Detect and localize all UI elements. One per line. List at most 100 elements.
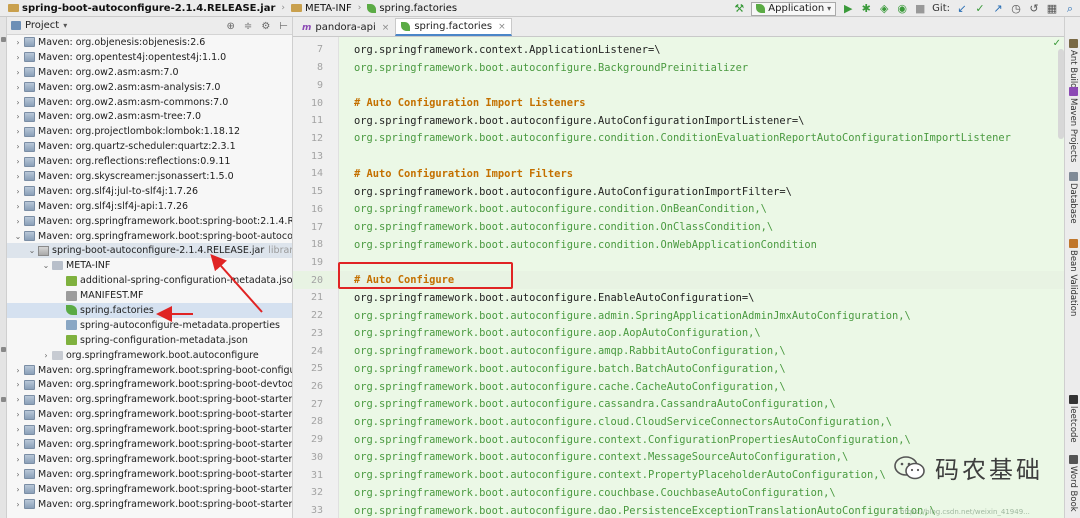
build-hammer-icon[interactable]: ⚒ bbox=[733, 0, 745, 17]
code-line[interactable]: 15 org.springframework.boot.autoconfigure… bbox=[293, 183, 1064, 201]
collapse-all-icon[interactable]: ≑ bbox=[244, 21, 252, 32]
close-icon[interactable]: × bbox=[498, 22, 506, 32]
stop-icon[interactable]: ■ bbox=[914, 0, 926, 17]
structure-tool-icon[interactable] bbox=[1, 347, 6, 352]
tree-row[interactable]: › Maven: org.objenesis:objenesis:2.6 bbox=[7, 35, 292, 50]
chevron-right-icon[interactable]: › bbox=[13, 202, 23, 211]
chevron-right-icon[interactable]: › bbox=[13, 83, 23, 92]
debug-icon[interactable]: ✱ bbox=[860, 0, 872, 17]
tree-row[interactable]: spring.factories bbox=[7, 303, 292, 318]
code-line[interactable]: 9 bbox=[293, 76, 1064, 94]
hide-icon[interactable]: ⊢ bbox=[279, 21, 288, 32]
chevron-down-icon[interactable]: ⌄ bbox=[27, 246, 37, 255]
run-icon[interactable]: ▶ bbox=[842, 0, 854, 17]
search-everywhere-icon[interactable]: ⌕ bbox=[1064, 0, 1076, 17]
tree-row[interactable]: ⌄ spring-boot-autoconfigure-2.1.4.RELEASE… bbox=[7, 243, 292, 259]
chevron-down-icon[interactable]: ⌄ bbox=[13, 232, 23, 241]
profile-icon[interactable]: ◉ bbox=[896, 0, 908, 17]
tree-row[interactable]: › Maven: org.springframework.boot:spring-… bbox=[7, 363, 292, 378]
tree-row[interactable]: › Maven: org.projectlombok:lombok:1.18.12 bbox=[7, 124, 292, 139]
chevron-right-icon[interactable]: › bbox=[13, 127, 23, 136]
gear-icon[interactable]: ⚙ bbox=[261, 21, 270, 32]
tree-row[interactable]: › Maven: org.springframework.boot:spring-… bbox=[7, 467, 292, 482]
code-line[interactable]: 11 org.springframework.boot.autoconfigure… bbox=[293, 112, 1064, 130]
tree-row[interactable]: › Maven: org.springframework.boot:spring-… bbox=[7, 377, 292, 392]
tree-row[interactable]: additional-spring-configuration-metadata… bbox=[7, 273, 292, 288]
chevron-right-icon[interactable]: › bbox=[13, 380, 23, 389]
history-icon[interactable]: ◷ bbox=[1010, 0, 1022, 17]
tree-row[interactable]: › Maven: org.slf4j:jul-to-slf4j:1.7.26 bbox=[7, 184, 292, 199]
chevron-down-icon[interactable]: ▾ bbox=[63, 21, 67, 30]
chevron-down-icon[interactable]: ⌄ bbox=[41, 261, 51, 270]
tree-row[interactable]: › Maven: org.ow2.asm:asm-analysis:7.0 bbox=[7, 80, 292, 95]
chevron-right-icon[interactable]: › bbox=[13, 366, 23, 375]
inspection-ok-icon[interactable]: ✓ bbox=[1053, 38, 1061, 49]
code-line[interactable]: 14 # Auto Configuration Import Filters bbox=[293, 165, 1064, 183]
tree-row[interactable]: › Maven: org.springframework.boot:spring-… bbox=[7, 422, 292, 437]
code-line[interactable]: 32 org.springframework.boot.autoconfigure… bbox=[293, 484, 1064, 502]
tree-row[interactable]: › Maven: org.reflections:reflections:0.9.… bbox=[7, 154, 292, 169]
tree-row[interactable]: ⌄ META-INF bbox=[7, 258, 292, 273]
ant-build-tool[interactable]: Ant Build bbox=[1065, 39, 1080, 89]
chevron-right-icon[interactable]: › bbox=[13, 157, 23, 166]
code-line[interactable]: 28 org.springframework.boot.autoconfigure… bbox=[293, 413, 1064, 431]
chevron-right-icon[interactable]: › bbox=[13, 53, 23, 62]
coverage-icon[interactable]: ◈ bbox=[878, 0, 890, 17]
chevron-right-icon[interactable]: › bbox=[13, 500, 23, 509]
code-line[interactable]: 24 org.springframework.boot.autoconfigure… bbox=[293, 342, 1064, 360]
tree-row[interactable]: › org.springframework.boot.autoconfigure bbox=[7, 348, 292, 363]
chevron-right-icon[interactable]: › bbox=[13, 38, 23, 47]
tree-row[interactable]: › Maven: org.ow2.asm:asm-commons:7.0 bbox=[7, 95, 292, 110]
code-line[interactable]: 8 org.springframework.boot.autoconfigure.… bbox=[293, 59, 1064, 77]
word-book-tool[interactable]: Word Book bbox=[1065, 455, 1080, 512]
chevron-right-icon[interactable]: › bbox=[13, 98, 23, 107]
tree-row[interactable]: MANIFEST.MF bbox=[7, 288, 292, 303]
code-line[interactable]: 18 org.springframework.boot.autoconfigure… bbox=[293, 236, 1064, 254]
tree-row[interactable]: spring-configuration-metadata.json bbox=[7, 333, 292, 348]
tree-row[interactable]: › Maven: org.springframework.boot:spring-… bbox=[7, 407, 292, 422]
favorites-tool-icon[interactable] bbox=[1, 397, 6, 402]
run-config-select[interactable]: Application ▾ bbox=[751, 1, 837, 16]
chevron-right-icon[interactable]: › bbox=[13, 187, 23, 196]
tree-row[interactable]: › Maven: org.springframework.boot:spring-… bbox=[7, 392, 292, 407]
breadcrumb-file[interactable]: spring.factories bbox=[363, 0, 461, 17]
project-panel-title[interactable]: Project bbox=[25, 20, 59, 31]
code-line[interactable]: 10 # Auto Configuration Import Listeners bbox=[293, 94, 1064, 112]
tree-row[interactable]: › Maven: org.quartz-scheduler:quartz:2.3.… bbox=[7, 139, 292, 154]
chevron-right-icon[interactable]: › bbox=[13, 112, 23, 121]
code-line[interactable]: 13 bbox=[293, 147, 1064, 165]
git-update-icon[interactable]: ↙ bbox=[956, 0, 968, 17]
tree-row[interactable]: › Maven: org.slf4j:slf4j-api:1.7.26 bbox=[7, 199, 292, 214]
rollback-icon[interactable]: ↺ bbox=[1028, 0, 1040, 17]
breadcrumb-jar[interactable]: spring-boot-autoconfigure-2.1.4.RELEASE.… bbox=[0, 0, 279, 17]
chevron-right-icon[interactable]: › bbox=[13, 172, 23, 181]
code-line[interactable]: 16 org.springframework.boot.autoconfigure… bbox=[293, 200, 1064, 218]
tree-row[interactable]: › Maven: org.opentest4j:opentest4j:1.1.0 bbox=[7, 50, 292, 65]
tree-row[interactable]: › Maven: org.springframework.boot:spring-… bbox=[7, 497, 292, 512]
tab-pandora-api[interactable]: m pandora-api × bbox=[296, 18, 395, 36]
chevron-right-icon[interactable]: › bbox=[13, 217, 23, 226]
code-line[interactable]: 29 org.springframework.boot.autoconfigure… bbox=[293, 431, 1064, 449]
code-line[interactable]: 21 org.springframework.boot.autoconfigure… bbox=[293, 289, 1064, 307]
chevron-right-icon[interactable]: › bbox=[13, 440, 23, 449]
tree-row[interactable]: › Maven: org.springframework.boot:spring-… bbox=[7, 452, 292, 467]
tree-row[interactable]: › Maven: org.springframework.boot:spring-… bbox=[7, 437, 292, 452]
chevron-right-icon[interactable]: › bbox=[13, 425, 23, 434]
locate-icon[interactable]: ⊕ bbox=[227, 21, 235, 32]
code-line[interactable]: 7 org.springframework.context.Application… bbox=[293, 41, 1064, 59]
tree-row[interactable]: › Maven: org.ow2.asm:asm:7.0 bbox=[7, 65, 292, 80]
chevron-right-icon[interactable]: › bbox=[13, 395, 23, 404]
close-icon[interactable]: × bbox=[382, 23, 390, 33]
chevron-right-icon[interactable]: › bbox=[13, 470, 23, 479]
project-tool-icon[interactable] bbox=[1, 37, 6, 42]
git-commit-icon[interactable]: ✓ bbox=[974, 0, 986, 17]
tree-row[interactable]: › Maven: org.ow2.asm:asm-tree:7.0 bbox=[7, 109, 292, 124]
maven-projects-tool[interactable]: Maven Projects bbox=[1065, 87, 1080, 162]
structure-icon[interactable]: ▦ bbox=[1046, 0, 1058, 17]
tree-row[interactable]: › Maven: org.skyscreamer:jsonassert:1.5.0 bbox=[7, 169, 292, 184]
tree-row[interactable]: spring-autoconfigure-metadata.properties bbox=[7, 318, 292, 333]
chevron-right-icon[interactable]: › bbox=[13, 68, 23, 77]
breadcrumb-meta-inf[interactable]: META-INF bbox=[287, 0, 356, 17]
code-line[interactable]: 26 org.springframework.boot.autoconfigure… bbox=[293, 378, 1064, 396]
tab-spring-factories[interactable]: spring.factories × bbox=[395, 18, 512, 36]
